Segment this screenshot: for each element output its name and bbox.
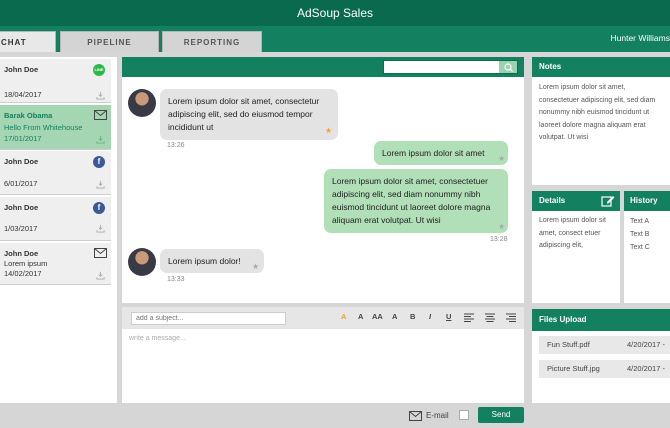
contact-date: 17/01/2017 <box>4 134 42 143</box>
star-icon[interactable]: ★ <box>498 222 505 231</box>
download-icon[interactable] <box>96 224 105 233</box>
contact-date: 14/02/2017 <box>4 269 42 278</box>
history-item[interactable]: Text B <box>630 229 649 242</box>
contact-preview: Lorem ipsum <box>4 259 48 268</box>
contact-preview: Hello From Whitehouse <box>4 123 83 132</box>
contact-name: John Doe <box>4 249 39 258</box>
message-text: Lorem ipsum dolor sit amet, consectetuer… <box>332 176 491 225</box>
notes-panel: Notes Lorem ipsum dolor sit amet, consec… <box>532 57 670 185</box>
contact-date: 18/04/2017 <box>4 90 42 99</box>
align-center-icon[interactable] <box>485 313 495 322</box>
edit-icon[interactable] <box>601 194 615 208</box>
send-button[interactable]: Send <box>478 407 524 423</box>
history-item[interactable]: Text A <box>630 216 649 229</box>
contact-item[interactable]: Barak Obama Hello From Whitehouse 17/01/… <box>0 105 111 150</box>
avatar <box>128 248 156 276</box>
contact-name: John Doe <box>4 157 39 166</box>
tab-pipeline[interactable]: PIPELINE <box>60 31 159 52</box>
details-body: Lorem ipsum dolor sit amet, consect etue… <box>539 217 606 249</box>
app-title: AdSoup Sales <box>0 0 670 26</box>
file-date: 4/20/2017 - <box>627 340 665 349</box>
avatar <box>128 89 156 117</box>
files-title: Files Upload <box>532 309 670 331</box>
contact-item[interactable]: John Doe Lorem ipsum 14/02/2017 <box>0 243 111 285</box>
current-user[interactable]: Hunter Williams <box>610 33 670 43</box>
mail-icon <box>94 110 107 120</box>
chat-panel: Lorem ipsum dolor sit amet, consectetur … <box>122 57 524 303</box>
file-name: Picture Stuff.jpg <box>547 364 600 373</box>
message-time: 13:28 <box>490 236 508 243</box>
contact-name: John Doe <box>4 65 39 74</box>
composer: A A AA A B I U write a message... <box>122 307 524 403</box>
message-text: Lorem ipsum dolor sit amet, consectetur … <box>168 96 320 132</box>
message-input[interactable]: write a message... <box>129 335 186 342</box>
search-button[interactable] <box>499 61 517 73</box>
italic-button[interactable]: I <box>429 312 431 321</box>
message-bubble-in: Lorem ipsum dolor! <box>160 249 264 273</box>
message-time: 13:33 <box>167 276 185 283</box>
tab-bar: CHAT PIPELINE REPORTING <box>0 26 670 52</box>
message-bubble-out: Lorem ipsum dolor sit amet <box>374 141 508 165</box>
files-panel: Files Upload Fun Stuff.pdf 4/20/2017 - P… <box>532 309 670 403</box>
star-icon[interactable]: ★ <box>252 262 259 271</box>
facebook-icon: f <box>93 156 105 168</box>
details-panel: Details Lorem ipsum dolor sit amet, cons… <box>532 191 620 303</box>
chat-header <box>122 57 524 77</box>
contact-item[interactable]: John Doe 6/01/2017 f <box>0 151 111 195</box>
download-icon[interactable] <box>96 91 105 100</box>
message-bubble-out: Lorem ipsum dolor sit amet, consectetuer… <box>324 169 508 233</box>
file-row[interactable]: Picture Stuff.jpg 4/20/2017 - <box>539 360 670 378</box>
notes-body[interactable]: Lorem ipsum dolor sit amet, consectetuer… <box>539 82 667 145</box>
underline-button[interactable]: U <box>446 312 451 321</box>
contact-name: Barak Obama <box>4 111 53 120</box>
star-icon[interactable]: ★ <box>498 154 505 163</box>
facebook-icon: f <box>93 202 105 214</box>
history-title: History <box>624 191 670 211</box>
font-size-button[interactable]: A <box>358 312 363 321</box>
composer-toolbar: A A AA A B I U <box>122 307 524 329</box>
star-icon[interactable]: ★ <box>325 126 332 135</box>
contact-date: 6/01/2017 <box>4 179 38 188</box>
message-bubble-in: Lorem ipsum dolor sit amet, consectetur … <box>160 89 338 140</box>
search-input[interactable] <box>384 61 499 73</box>
mail-icon <box>409 411 422 421</box>
contact-item[interactable]: John Doe 18/04/2017 LINE <box>0 59 111 103</box>
file-row[interactable]: Fun Stuff.pdf 4/20/2017 - <box>539 336 670 354</box>
file-date: 4/20/2017 - <box>627 364 665 373</box>
text-color-button[interactable]: A <box>341 312 346 321</box>
align-right-icon[interactable] <box>506 313 516 322</box>
message-text: Lorem ipsum dolor! <box>168 256 241 266</box>
download-icon[interactable] <box>96 180 105 189</box>
text-case-button[interactable]: AA <box>372 312 383 321</box>
email-label: E-mail <box>426 411 449 420</box>
contact-name: John Doe <box>4 203 39 212</box>
mail-icon <box>94 248 107 258</box>
contact-item[interactable]: John Doe 1/03/2017 f <box>0 197 111 241</box>
notes-title: Notes <box>532 57 670 77</box>
chat-search <box>383 60 518 74</box>
subject-input[interactable] <box>131 312 286 325</box>
line-icon: LINE <box>93 64 105 76</box>
bottom-bar: E-mail Send <box>0 405 524 428</box>
align-left-icon[interactable] <box>464 313 474 322</box>
contact-date: 1/03/2017 <box>4 224 38 233</box>
contact-list: John Doe 18/04/2017 LINE Barak Obama Hel… <box>0 57 117 403</box>
search-icon <box>504 63 513 72</box>
file-name: Fun Stuff.pdf <box>547 340 590 349</box>
download-icon[interactable] <box>96 135 105 144</box>
tab-reporting[interactable]: REPORTING <box>162 31 262 52</box>
message-time: 13:26 <box>167 142 185 149</box>
tab-chat[interactable]: CHAT <box>0 31 56 52</box>
superscript-button[interactable]: A <box>392 312 397 321</box>
history-item[interactable]: Text C <box>630 242 650 255</box>
bold-button[interactable]: B <box>410 312 415 321</box>
email-checkbox[interactable] <box>459 410 469 420</box>
history-panel: History Text A Text B Text C <box>624 191 670 303</box>
download-icon[interactable] <box>96 271 105 280</box>
message-text: Lorem ipsum dolor sit amet <box>382 148 485 158</box>
